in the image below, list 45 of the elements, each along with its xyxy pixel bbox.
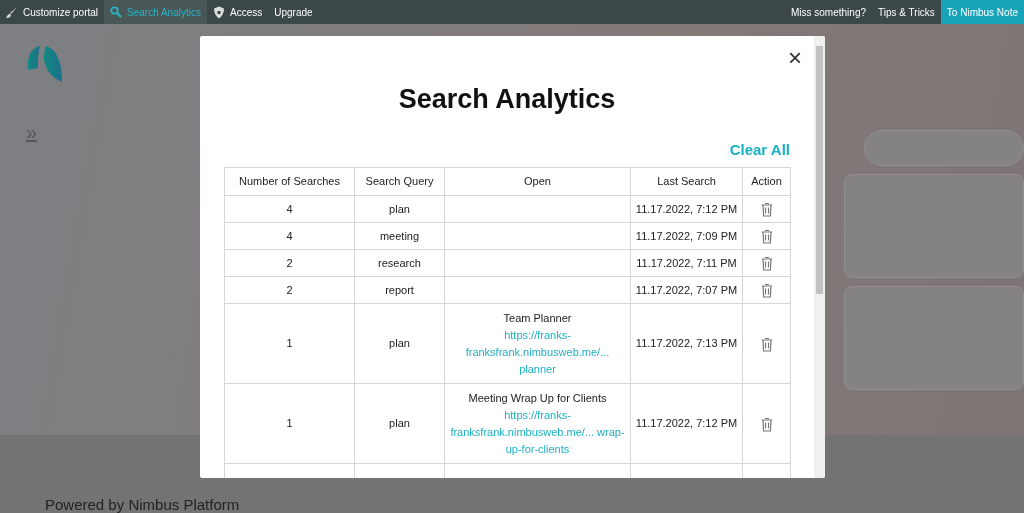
note-title: Meeting Wrap Up for Clients (467, 390, 608, 406)
scrollbar[interactable] (814, 36, 825, 478)
table-cell: 11.17.2022, 7:07 PM (630, 276, 743, 304)
search-icon (110, 6, 123, 18)
table-cell: research (354, 249, 445, 277)
note-title: Team Planner (502, 310, 573, 326)
table-cell: 1 (224, 303, 355, 384)
table-cell: meeting (354, 222, 445, 250)
trash-icon[interactable] (760, 256, 773, 272)
nav-tab[interactable]: Customize portal (0, 0, 105, 24)
column-header: Last Search (630, 167, 743, 196)
trash-icon[interactable] (760, 283, 773, 299)
table-cell: 11.17.2022, 7:13 PM (630, 303, 743, 384)
close-button[interactable]: × (788, 46, 802, 70)
trash-icon[interactable] (760, 229, 773, 245)
table-cell: 4 (224, 222, 355, 250)
shield-icon (212, 5, 225, 19)
table-cell: report (354, 276, 445, 304)
table-cell: 11.17.2022, 7:09 PM (630, 222, 743, 250)
scrollbar-thumb[interactable] (816, 46, 823, 294)
logo-icon (26, 44, 64, 82)
table-cell: 4 (224, 195, 355, 223)
table-cell: 2 (224, 276, 355, 304)
table-cell: plan (354, 383, 445, 464)
nav-link[interactable]: Tips & Tricks (872, 0, 941, 24)
nav-link[interactable]: Miss something? (784, 0, 872, 24)
nav-tab[interactable]: Upgrade (268, 0, 319, 24)
column-header: Search Query (354, 167, 445, 196)
table-cell: 11.17.2022, 7:12 PM (630, 383, 743, 464)
trash-icon[interactable] (760, 337, 773, 352)
trash-icon[interactable] (760, 202, 773, 218)
table-cell: plan (354, 303, 445, 384)
column-header: Number of Searches (224, 167, 355, 196)
column-header: Action (742, 167, 791, 196)
table-cell: 2 (224, 249, 355, 277)
trash-icon[interactable] (760, 417, 773, 432)
table-cell: plan (354, 195, 445, 223)
footer-text: Powered by Nimbus Platform (45, 495, 240, 513)
table-cell: 1 (224, 383, 355, 464)
brush-icon (6, 6, 18, 18)
table-cell: 11.17.2022, 7:11 PM (630, 249, 743, 277)
nav-tab[interactable]: Access (206, 0, 269, 24)
column-header: Open (444, 167, 631, 196)
modal-title: Search Analytics (397, 85, 617, 115)
table-cell: 11.17.2022, 7:12 PM (630, 195, 743, 223)
